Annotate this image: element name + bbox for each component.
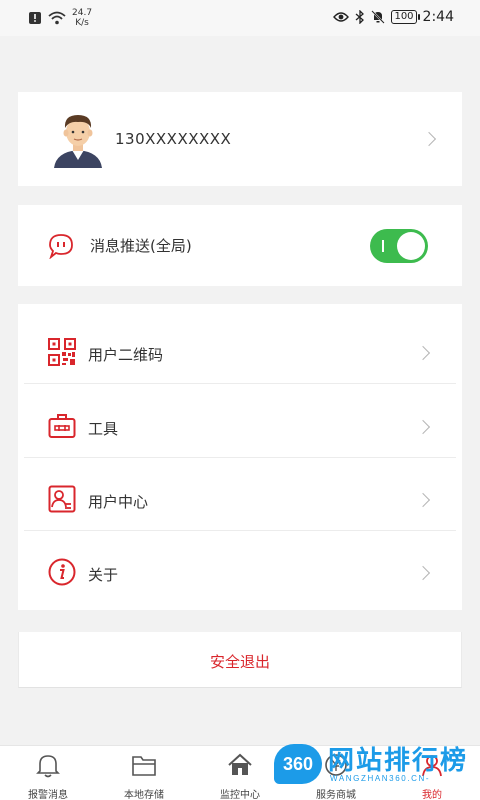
menu-item-tools[interactable]: 工具 <box>24 384 456 458</box>
watermark-subtext: WANGZHAN360.CN- <box>330 774 431 783</box>
watermark-badge: 360 <box>274 744 322 784</box>
qrcode-icon <box>48 338 76 366</box>
network-speed-unit: K/s <box>75 18 89 28</box>
phone-number: 130XXXXXXXX <box>115 130 232 148</box>
chevron-right-icon <box>421 131 437 147</box>
avatar <box>54 115 102 168</box>
toolbox-icon <box>48 414 76 438</box>
logout-label: 安全退出 <box>209 653 270 671</box>
menu-item-about[interactable]: 关于 <box>24 530 456 604</box>
menu-item-qrcode[interactable]: 用户二维码 <box>24 310 456 384</box>
tab-label: 本地存储 <box>124 790 164 800</box>
watermark-text: 网站排行榜 <box>328 746 469 776</box>
mute-bell-icon <box>371 10 386 24</box>
status-bar: 24.7 K/s 100 2:44 <box>0 0 480 36</box>
logout-button[interactable]: 安全退出 <box>18 632 462 688</box>
chevron-right-icon <box>415 419 431 435</box>
folder-icon <box>132 756 156 776</box>
wifi-icon <box>48 11 66 25</box>
chevron-right-icon <box>415 492 431 508</box>
status-left: 24.7 K/s <box>28 8 92 28</box>
battery-indicator: 100 <box>391 10 420 24</box>
profile-card[interactable]: 130XXXXXXXX <box>18 92 462 186</box>
notification-alert-icon <box>29 12 41 24</box>
network-speed: 24.7 K/s <box>72 8 92 28</box>
home-icon <box>228 753 252 775</box>
push-setting-card: 消息推送(全局) <box>18 205 462 286</box>
user-card-icon <box>48 485 76 513</box>
menu-item-label: 用户中心 <box>88 493 149 511</box>
toggle-on-indicator <box>382 240 384 252</box>
watermark: 360 网站排行榜 WANGZHAN360.CN- <box>270 740 480 790</box>
status-right: 100 2:44 <box>333 9 454 25</box>
message-bubble-icon <box>49 234 73 259</box>
menu-item-label: 关于 <box>88 566 119 584</box>
tab-alarm-messages[interactable]: 报警消息 <box>0 746 96 800</box>
chevron-right-icon <box>415 565 431 581</box>
menu-item-label: 用户二维码 <box>88 346 164 364</box>
toggle-knob <box>397 232 425 260</box>
bluetooth-icon <box>356 10 365 24</box>
clock: 2:44 <box>422 9 454 25</box>
menu-item-label: 工具 <box>88 420 119 438</box>
eye-icon <box>333 12 350 22</box>
info-icon <box>48 558 76 586</box>
push-setting-label: 消息推送(全局) <box>90 237 192 255</box>
menu-card: 用户二维码 工具 用户中心 关于 <box>18 304 462 610</box>
tab-local-storage[interactable]: 本地存储 <box>96 746 192 800</box>
bell-icon <box>36 755 60 778</box>
chevron-right-icon <box>415 345 431 361</box>
push-toggle[interactable] <box>370 229 428 263</box>
tab-label: 报警消息 <box>28 790 68 800</box>
network-speed-value: 24.7 <box>72 8 93 18</box>
menu-item-user-center[interactable]: 用户中心 <box>24 457 456 531</box>
